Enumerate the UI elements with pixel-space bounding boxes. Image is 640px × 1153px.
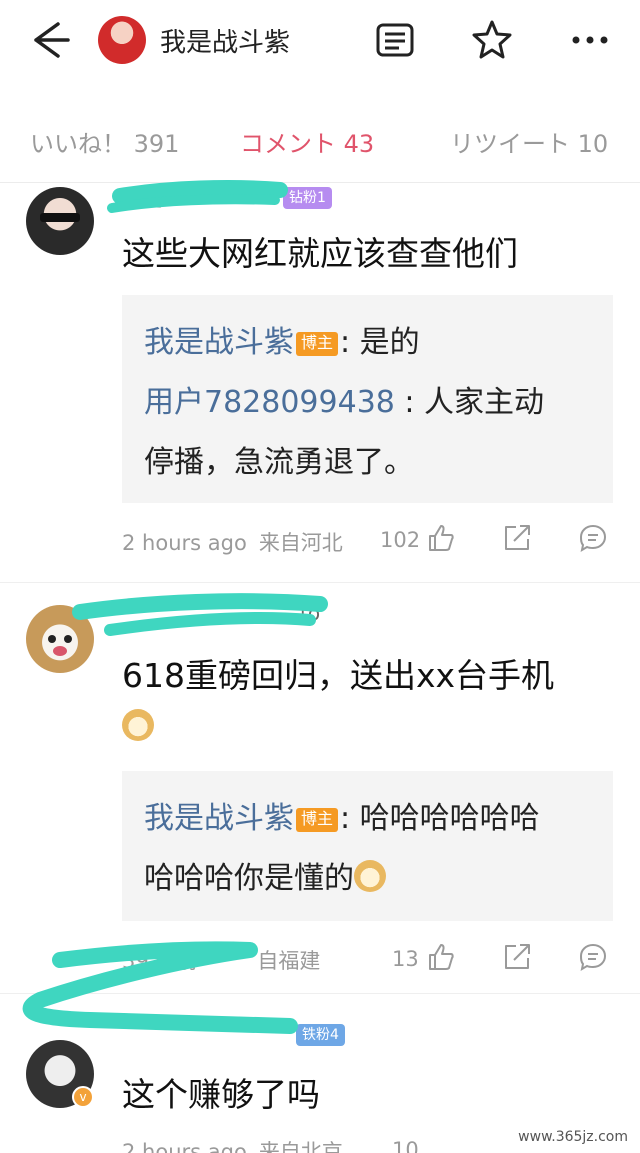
- timestamp: 2 hours ago: [122, 531, 247, 555]
- thumbs-up-icon[interactable]: [426, 942, 456, 972]
- comment-text: 这个赚够了吗: [122, 1075, 320, 1114]
- comment-icon[interactable]: [578, 942, 608, 972]
- reply-text: : 是的: [340, 325, 420, 360]
- like-count: 102: [380, 528, 421, 552]
- mention-link[interactable]: 用户7828099438: [144, 385, 395, 420]
- thumbs-up-icon[interactable]: [426, 523, 456, 553]
- doge-emoji: [354, 860, 386, 892]
- timestamp: 2 hours ago: [122, 1140, 247, 1153]
- commenter-name[interactable]: 我是: [122, 183, 162, 212]
- like-count: 13: [392, 947, 419, 971]
- timestamp: 39 分前: [122, 949, 198, 973]
- watermark-text: www.365jz.com: [514, 1129, 632, 1145]
- location: 来自北京: [258, 1140, 343, 1153]
- fan-badge: 钻粉1: [283, 187, 332, 209]
- arrow-left-icon[interactable]: [28, 18, 72, 62]
- share-icon[interactable]: [502, 942, 532, 972]
- location: 来自河北: [258, 531, 343, 555]
- reply-text: 停播，急流勇退了。: [144, 445, 414, 480]
- tab-comments[interactable]: コメント 43: [240, 124, 374, 159]
- tab-bar: いいね！ 391 コメント 43 リツイート 10: [0, 110, 640, 170]
- share-icon[interactable]: [502, 523, 532, 553]
- comment-item: to 618重磅回归，送出xx台手机 我是战斗紫 博主: 哈哈哈哈哈哈 哈哈哈你是…: [0, 583, 640, 993]
- tab-likes[interactable]: いいね！ 391: [30, 124, 179, 159]
- comment-meta: 39 分前 自福建: [122, 945, 320, 975]
- author-avatar[interactable]: [98, 16, 146, 64]
- host-tag: 博主: [296, 808, 339, 832]
- comment-text: 这些大网红就应该查查他们: [122, 234, 518, 273]
- doge-emoji: [122, 709, 154, 741]
- like-count: 10: [392, 1138, 419, 1153]
- reply-text: 哈哈哈你是懂的: [144, 861, 354, 896]
- host-tag: 博主: [296, 332, 339, 356]
- document-icon[interactable]: [373, 18, 417, 62]
- comment-icon[interactable]: [578, 523, 608, 553]
- reply-author[interactable]: 我是战斗紫: [144, 801, 294, 836]
- commenter-avatar[interactable]: [26, 605, 94, 673]
- verified-badge-icon: v: [72, 1086, 94, 1108]
- reply-author[interactable]: 我是战斗紫: [144, 325, 294, 360]
- comment-meta: 2 hours ago 来自河北: [122, 527, 343, 557]
- reply-text: : 哈哈哈哈哈哈: [340, 801, 540, 836]
- location: 自福建: [257, 949, 321, 973]
- commenter-avatar[interactable]: [26, 187, 94, 255]
- fan-badge: 铁粉4: [296, 1024, 345, 1046]
- reply-box[interactable]: 我是战斗紫 博主: 哈哈哈哈哈哈 哈哈哈你是懂的: [122, 771, 613, 921]
- comment-text: 618重磅回归，送出xx台手机: [122, 656, 555, 695]
- reply-line: 用户7828099438 : 人家主动: [144, 373, 591, 433]
- top-bar: 我是战斗紫: [0, 0, 640, 80]
- reply-line: 哈哈哈你是懂的: [144, 849, 591, 909]
- tab-reposts[interactable]: リツイート 10: [450, 124, 608, 159]
- ellipsis-icon[interactable]: [568, 18, 612, 62]
- reply-text: : 人家主动: [394, 385, 545, 420]
- commenter-name[interactable]: to: [300, 601, 320, 625]
- reply-line: 我是战斗紫 博主: 哈哈哈哈哈哈: [144, 789, 591, 849]
- reply-box[interactable]: 我是战斗紫 博主: 是的 用户7828099438 : 人家主动 停播，急流勇退了…: [122, 295, 613, 503]
- star-icon[interactable]: [470, 18, 514, 62]
- reply-line: 我是战斗紫 博主: 是的: [144, 313, 591, 373]
- page-title: 我是战斗紫: [160, 28, 291, 58]
- comment-item: 我是 钻粉1 这些大网红就应该查查他们 我是战斗紫 博主: 是的 用户782809…: [0, 183, 640, 583]
- comment-meta: 2 hours ago 来自北京: [122, 1136, 343, 1153]
